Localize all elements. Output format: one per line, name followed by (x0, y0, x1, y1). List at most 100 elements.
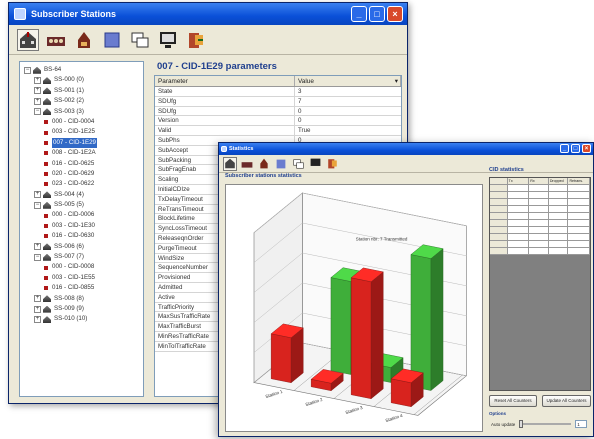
reset-counters-button[interactable]: Reset All Counters (489, 395, 537, 407)
param-value-cell[interactable]: 3 (295, 87, 401, 96)
param-value-cell[interactable]: 7 (295, 97, 401, 106)
tree-station-item[interactable]: + SS-010 (10) (20, 314, 143, 324)
expand-icon[interactable]: + (34, 191, 41, 199)
tree-root-item[interactable]: − BS-64 (20, 65, 143, 75)
update-rate-field[interactable]: 1 (575, 420, 588, 428)
update-counters-button[interactable]: Update All Counters (542, 395, 591, 407)
cid-stats-body (490, 185, 590, 255)
stats-window-cascade-icon[interactable] (291, 157, 305, 171)
stats-row[interactable] (490, 227, 590, 234)
tree-leaf-item[interactable]: 016 - CID-0855 (20, 283, 143, 293)
tree-station-item[interactable]: + SS-000 (0) (20, 75, 143, 85)
close-button[interactable]: × (387, 6, 403, 22)
title-bar[interactable]: Subscriber Stations _ □ × (9, 3, 407, 25)
expand-icon[interactable]: + (34, 97, 41, 105)
grid-row[interactable]: State 3 (155, 87, 401, 97)
cid-stats-table[interactable]: Tx Rx Dropped Retrans. (489, 177, 591, 391)
stats-station-tower-icon[interactable] (257, 157, 271, 171)
tree-station-item[interactable]: + SS-008 (8) (20, 294, 143, 304)
collapse-icon[interactable]: − (34, 253, 41, 261)
param-value-cell[interactable]: 0 (295, 116, 401, 125)
maximize-button[interactable]: □ (369, 6, 385, 22)
dropdown-arrow-icon[interactable]: ▾ (395, 76, 398, 86)
blue-square-icon[interactable] (101, 29, 123, 51)
tree-leaf-item[interactable]: 016 - CID-0630 (20, 231, 143, 241)
expand-icon[interactable]: + (34, 316, 41, 324)
stations-tree[interactable]: − BS-64 + SS-000 (0) + SS-001 (1) + SS-002 (2) −… (19, 61, 144, 397)
collapse-icon[interactable]: − (34, 108, 41, 116)
stats-row[interactable] (490, 192, 590, 199)
expand-icon[interactable]: + (34, 87, 41, 95)
tree-view-icon[interactable] (17, 28, 39, 51)
tree-station-item[interactable]: + SS-002 (2) (20, 96, 143, 106)
stats-monitor-icon[interactable] (308, 157, 322, 171)
tree-leaf-item[interactable]: 003 - CID-1E55 (20, 273, 143, 283)
monitor-icon[interactable] (157, 29, 179, 51)
stats-cell (507, 206, 530, 213)
expand-icon[interactable]: + (34, 295, 41, 303)
tree-leaf-item[interactable]: 016 - CID-0625 (20, 159, 143, 169)
station-tower-icon[interactable] (73, 29, 95, 51)
stats-cell (568, 185, 590, 192)
stats-column-header[interactable]: Retrans. (568, 178, 590, 185)
value-column-header[interactable]: Value ▾ (295, 76, 401, 86)
stats-row[interactable] (490, 220, 590, 227)
stations-grid-icon[interactable] (45, 29, 67, 51)
stats-row[interactable] (490, 248, 590, 255)
stats-row[interactable] (490, 206, 590, 213)
param-value-cell[interactable]: 0 (295, 107, 401, 116)
grid-row[interactable]: SDUfg 0 (155, 106, 401, 117)
stats-column-header[interactable]: Dropped (548, 178, 569, 185)
tree-station-item[interactable]: + SS-009 (9) (20, 304, 143, 314)
stats-row[interactable] (490, 199, 590, 206)
stats-row[interactable] (490, 213, 590, 220)
expand-icon[interactable]: + (34, 77, 41, 85)
collapse-icon[interactable]: − (24, 66, 31, 74)
tree-station-item[interactable]: − SS-005 (5) (20, 200, 143, 210)
stats-tree-view-icon[interactable] (223, 156, 237, 171)
station-icon (43, 108, 51, 116)
stats-row[interactable] (490, 234, 590, 241)
tree-station-item[interactable]: + SS-001 (1) (20, 86, 143, 96)
stats-column-header[interactable] (490, 178, 508, 185)
minimize-button[interactable]: _ (351, 6, 367, 22)
tree-station-item[interactable]: − SS-003 (3) (20, 107, 143, 117)
grid-row[interactable]: Valid True (155, 126, 401, 136)
update-rate-slider[interactable] (519, 420, 572, 428)
stats-stations-grid-icon[interactable] (240, 157, 254, 171)
statistics-title-bar[interactable]: Statistics _ □ × (219, 143, 593, 155)
exit-door-icon[interactable] (185, 29, 207, 51)
stats-close-button[interactable]: × (582, 144, 591, 153)
stats-cell (490, 234, 508, 241)
stats-column-header[interactable]: Tx (507, 178, 530, 185)
grid-row[interactable]: SDUfg 7 (155, 96, 401, 107)
tree-leaf-item[interactable]: 000 - CID-0004 (20, 117, 143, 127)
collapse-icon[interactable]: − (34, 201, 41, 209)
stats-minimize-button[interactable]: _ (560, 144, 569, 153)
expand-icon[interactable]: + (34, 305, 41, 313)
stats-row[interactable] (490, 185, 590, 192)
expand-icon[interactable]: + (34, 243, 41, 251)
tree-leaf-item[interactable]: 000 - CID-0006 (20, 210, 143, 220)
stats-blue-square-icon[interactable] (274, 157, 288, 171)
tree-leaf-item[interactable]: 020 - CID-0629 (20, 169, 143, 179)
stats-exit-door-icon[interactable] (325, 157, 339, 171)
stats-column-header[interactable]: Rx (529, 178, 549, 185)
tree-leaf-item[interactable]: 008 - CID-1E2A (20, 148, 143, 158)
stats-maximize-button[interactable]: □ (571, 144, 580, 153)
stats-row[interactable] (490, 241, 590, 248)
tree-station-item[interactable]: + SS-006 (6) (20, 242, 143, 252)
grid-row[interactable]: Version 0 (155, 116, 401, 127)
tree-station-item[interactable]: + SS-004 (4) (20, 190, 143, 200)
stats-cell (548, 227, 569, 234)
window-cascade-icon[interactable] (129, 29, 151, 51)
tree-leaf-item[interactable]: 007 - CID-1E29 (20, 137, 143, 149)
param-column-header[interactable]: Parameter (155, 76, 295, 86)
param-value-cell[interactable]: True (295, 126, 401, 135)
tree-leaf-item[interactable]: 003 - CID-1E25 (20, 127, 143, 137)
slider-thumb[interactable] (519, 420, 524, 428)
tree-leaf-item[interactable]: 003 - CID-1E30 (20, 221, 143, 231)
tree-leaf-item[interactable]: 023 - CID-0622 (20, 179, 143, 189)
tree-station-item[interactable]: − SS-007 (7) (20, 252, 143, 262)
tree-leaf-item[interactable]: 000 - CID-0008 (20, 262, 143, 272)
